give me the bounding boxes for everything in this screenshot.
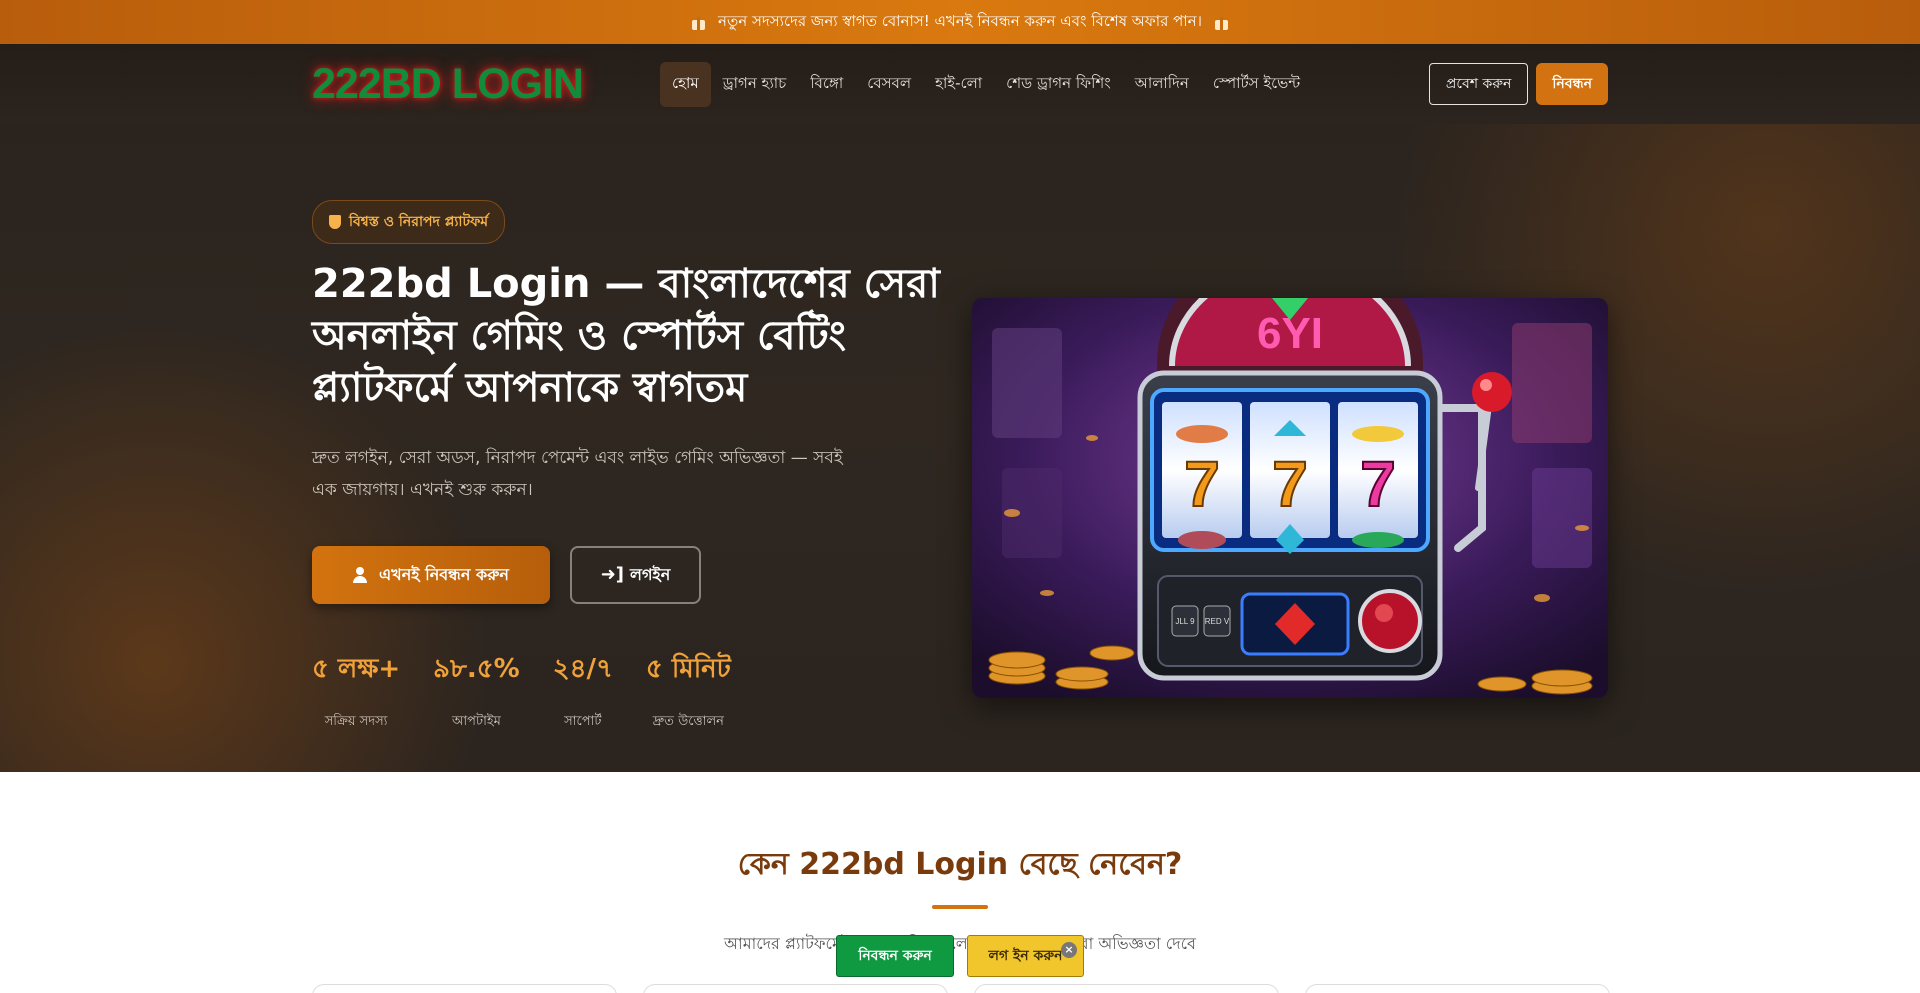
feature-card [1305, 984, 1610, 993]
stat-value: ৫ মিনিট [645, 654, 731, 684]
hero-login-button[interactable]: ➜] লগইন [570, 546, 701, 604]
reel-symbol: 7 [1360, 448, 1396, 520]
hero-title: 222bd Login — বাংলাদেশের সেরা অনলাইন গেম… [312, 261, 940, 411]
gift-icon [1214, 15, 1229, 30]
stat-value: ৫ লক্ষ+ [312, 654, 401, 684]
gift-icon [691, 15, 706, 30]
shield-icon [329, 215, 341, 229]
stat-value: ৯৮.৫% [433, 654, 520, 684]
nav-item-sports-event[interactable]: স্পোর্টস ইভেন্ট [1201, 62, 1312, 107]
main-navbar: 222BD LOGIN হোম ড্রাগন হ্যাচ বিঙ্গো বেসব… [0, 44, 1920, 124]
nav-item-bingo[interactable]: বিঙ্গো [798, 62, 855, 107]
nav-menu: হোম ড্রাগন হ্যাচ বিঙ্গো বেসবল হাই-লো শেড… [660, 61, 1312, 107]
hero-login-label: লগইন [630, 564, 671, 584]
nav-item-hi-lo[interactable]: হাই-লো [923, 62, 994, 107]
feature-card [312, 984, 617, 993]
stat-withdrawal: ৫ মিনিট দ্রুত উত্তোলন [646, 648, 731, 733]
user-plus-icon [353, 567, 371, 583]
sticky-login-label: লগ ইন করুন [988, 948, 1063, 964]
hero-subtitle: দ্রুত লগইন, সেরা অডস, নিরাপদ পেমেন্ট এবং… [312, 448, 843, 500]
nav-item-aladdin[interactable]: আলাদিন [1123, 62, 1201, 107]
nav-login-button[interactable]: প্রবেশ করুন [1428, 63, 1529, 105]
site-logo[interactable]: 222BD LOGIN [312, 60, 660, 109]
feature-cards [312, 984, 1610, 993]
slot-machine-image: 6YI 7 7 7 JLL 9 RED V [972, 298, 1608, 698]
stat-label: সাপোর্ট [564, 714, 602, 729]
small-button-label: RED V [1205, 617, 1230, 626]
why-choose-section: কেন 222bd Login বেছে নেবেন? আমাদের প্ল্য… [0, 772, 1920, 958]
stat-label: আপটাইম [452, 714, 501, 729]
sticky-login-button[interactable]: লগ ইন করুন × [967, 935, 1084, 977]
small-button-label: JLL 9 [1175, 617, 1195, 626]
section-title: কেন 222bd Login বেছে নেবেন? [737, 847, 1183, 882]
announcement-text: নতুন সদস্যদের জন্য স্বাগত বোনাস! এখনই নি… [718, 11, 1202, 30]
hero-stats: ৫ লক্ষ+ সক্রিয় সদস্য ৯৮.৫% আপটাইম ২৪/৭ … [312, 648, 952, 733]
nav-actions: প্রবেশ করুন নিবন্ধন [1428, 63, 1608, 105]
sticky-cta-bar: নিবন্ধন করুন লগ ইন করুন × [836, 935, 1084, 977]
nav-item-home[interactable]: হোম [660, 61, 711, 107]
close-icon[interactable]: × [1061, 942, 1077, 958]
stat-support: ২৪/৭ সাপোর্ট [553, 648, 613, 733]
trust-badge-label: বিশ্বস্ত ও নিরাপদ প্ল্যাটফর্ম [349, 214, 489, 230]
reel-symbol: 7 [1184, 448, 1220, 520]
hero-section: 222BD LOGIN হোম ড্রাগন হ্যাচ বিঙ্গো বেসব… [0, 44, 1920, 772]
sign-in-icon: ➜] [600, 564, 625, 585]
feature-card [974, 984, 1279, 993]
nav-item-dragon-fishing[interactable]: শেড ড্রাগন ফিশিং [994, 62, 1123, 107]
stat-label: সক্রিয় সদস্য [324, 714, 388, 729]
reel-symbol: 7 [1272, 448, 1308, 520]
stat-members: ৫ লক্ষ+ সক্রিয় সদস্য [312, 648, 400, 733]
hero-cta-row: এখনই নিবন্ধন করুন ➜] লগইন [312, 546, 952, 604]
stat-value: ২৪/৭ [552, 654, 613, 684]
hero-content: বিশ্বস্ত ও নিরাপদ প্ল্যাটফর্ম 222bd Logi… [312, 200, 952, 733]
nav-register-button[interactable]: নিবন্ধন [1536, 63, 1608, 105]
nav-item-baseball[interactable]: বেসবল [855, 62, 923, 107]
register-now-label: এখনই নিবন্ধন করুন [379, 564, 509, 584]
stat-label: দ্রুত উত্তোলন [652, 714, 724, 729]
nav-item-dragon-hatch[interactable]: ড্রাগন হ্যাচ [711, 62, 799, 107]
title-underline [932, 905, 988, 909]
trust-badge: বিশ্বস্ত ও নিরাপদ প্ল্যাটফর্ম [312, 200, 506, 244]
register-now-button[interactable]: এখনই নিবন্ধন করুন [312, 546, 550, 604]
sticky-register-button[interactable]: নিবন্ধন করুন [836, 935, 954, 977]
announcement-bar: নতুন সদস্যদের জন্য স্বাগত বোনাস! এখনই নি… [0, 0, 1920, 44]
feature-card [643, 984, 948, 993]
stat-uptime: ৯৮.৫% আপটাইম [433, 648, 520, 733]
